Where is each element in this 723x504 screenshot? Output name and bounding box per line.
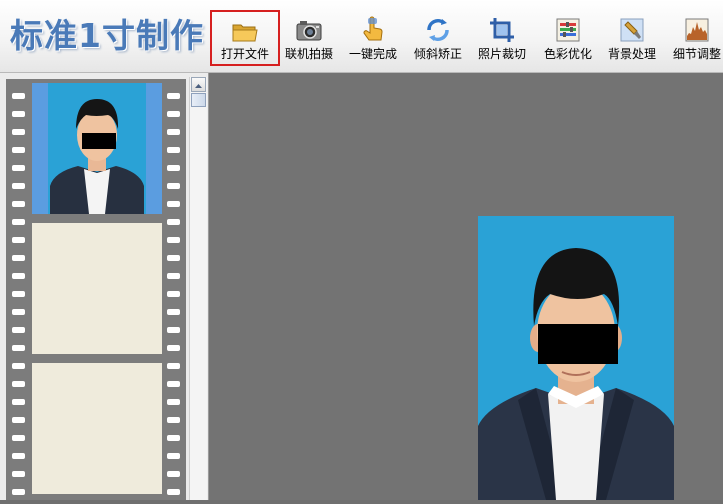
sprocket-hole — [12, 111, 25, 117]
thumbnail-slot-3[interactable] — [32, 363, 162, 494]
sprocket-hole — [12, 291, 25, 297]
color-sliders-icon — [556, 18, 580, 42]
sprocket-hole — [167, 309, 180, 315]
rotate-arrows-icon — [427, 18, 449, 42]
sprocket-hole — [167, 435, 180, 441]
sprocket-hole — [12, 417, 25, 423]
sprocket-hole — [12, 201, 25, 207]
sprocket-hole — [167, 147, 180, 153]
sprocket-hole — [167, 183, 180, 189]
workspace — [209, 73, 723, 500]
portrait-thumbnail — [32, 83, 162, 214]
sprocket-hole — [12, 453, 25, 459]
sprocket-hole — [12, 129, 25, 135]
detail-adjust-button[interactable]: 细节调整 — [668, 10, 723, 66]
thumbnail-photo-1[interactable] — [32, 83, 162, 214]
open-file-button[interactable]: 打开文件 — [210, 10, 280, 66]
sprocket-hole — [167, 489, 180, 495]
one-click-finish-button[interactable]: 一键完成 — [345, 10, 401, 66]
sprocket-hole — [12, 489, 25, 495]
sprocket-hole — [167, 111, 180, 117]
sprocket-hole — [12, 237, 25, 243]
sprocket-hole — [12, 273, 25, 279]
sprocket-hole — [12, 93, 25, 99]
sprocket-hole — [167, 417, 180, 423]
sprocket-hole — [12, 471, 25, 477]
sprocket-hole — [12, 363, 25, 369]
sprocket-hole — [12, 147, 25, 153]
sprocket-hole — [167, 255, 180, 261]
sprocket-hole — [167, 273, 180, 279]
folder-icon — [232, 24, 258, 42]
sprocket-hole — [12, 345, 25, 351]
sprocket-hole — [12, 183, 25, 189]
sprocket-hole — [12, 309, 25, 315]
portrait-photo — [478, 216, 674, 500]
filmstrip — [6, 79, 186, 500]
sprocket-hole — [167, 471, 180, 477]
sprocket-hole — [12, 381, 25, 387]
sprocket-hole — [12, 219, 25, 225]
thumbnail-scrollbar[interactable] — [189, 77, 207, 500]
sprocket-hole — [12, 255, 25, 261]
camera-capture-button[interactable]: 联机拍摄 — [282, 10, 336, 66]
thumbnail-slot-2[interactable] — [32, 223, 162, 354]
sprocket-hole — [167, 237, 180, 243]
hand-pointer-icon — [363, 16, 383, 41]
camera-icon — [296, 21, 322, 41]
sprocket-hole — [167, 363, 180, 369]
histogram-icon — [685, 18, 709, 42]
sprocket-hole — [12, 399, 25, 405]
app-title: 标准1寸制作 — [10, 16, 204, 55]
sprocket-hole — [12, 435, 25, 441]
brush-icon — [620, 18, 644, 42]
main-photo[interactable] — [478, 216, 674, 500]
chevron-up-icon — [195, 84, 202, 88]
sprocket-hole — [167, 399, 180, 405]
sprocket-hole — [167, 327, 180, 333]
scroll-thumb[interactable] — [191, 93, 206, 107]
sprocket-hole — [167, 165, 180, 171]
sprocket-hole — [167, 453, 180, 459]
sprocket-hole — [167, 201, 180, 207]
sprocket-hole — [12, 165, 25, 171]
sprocket-hole — [12, 327, 25, 333]
sprocket-hole — [167, 129, 180, 135]
sprocket-hole — [167, 381, 180, 387]
tilt-correct-button[interactable]: 倾斜矫正 — [409, 10, 467, 66]
sprocket-hole — [167, 93, 180, 99]
color-optimize-button[interactable]: 色彩优化 — [539, 10, 597, 66]
toolbar: 标准1寸制作 打开文件 联机拍摄 一键完成 倾斜矫正 照片裁切 色彩优化 背景处… — [0, 0, 723, 73]
crop-icon — [490, 18, 514, 42]
sprocket-hole — [167, 345, 180, 351]
background-process-button[interactable]: 背景处理 — [604, 10, 660, 66]
photo-crop-button[interactable]: 照片裁切 — [473, 10, 531, 66]
thumbnail-panel — [0, 73, 209, 500]
sprocket-hole — [167, 291, 180, 297]
scroll-up-button[interactable] — [191, 77, 206, 92]
sprocket-hole — [167, 219, 180, 225]
